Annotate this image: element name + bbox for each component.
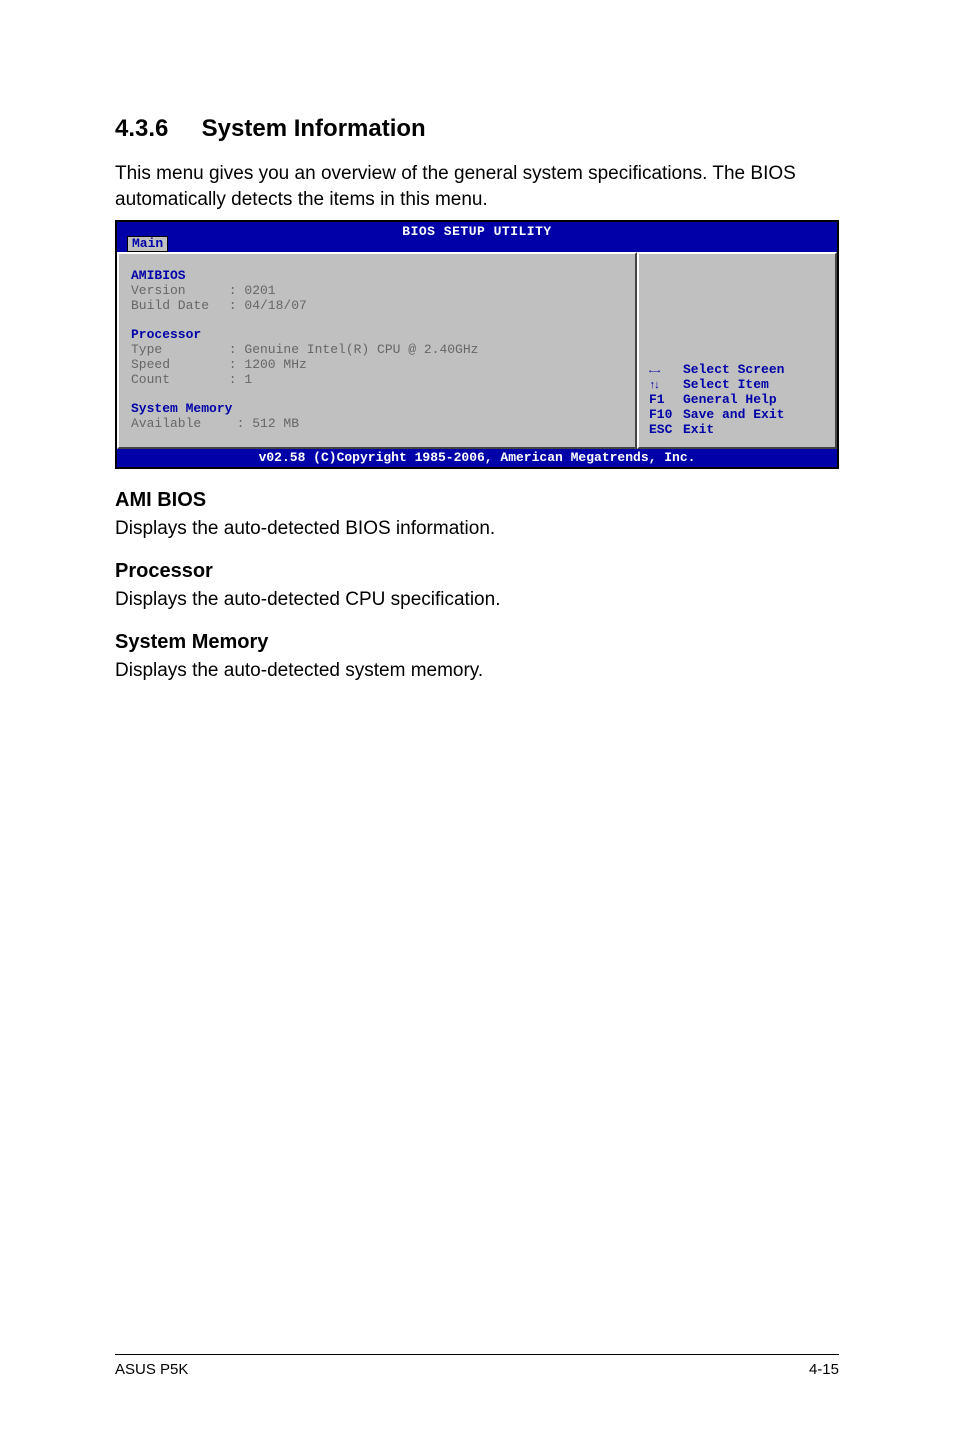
version-label: Version	[131, 283, 221, 298]
proc-count-label: Count	[131, 372, 221, 387]
footer-right: 4-15	[809, 1361, 839, 1378]
footer-left: ASUS P5K	[115, 1361, 188, 1378]
proc-speed-row: Speed : 1200 MHz	[131, 357, 623, 372]
page-footer: ASUS P5K 4-15	[115, 1354, 839, 1378]
bios-header: BIOS SETUP UTILITY Main	[117, 222, 837, 252]
processor-header: Processor	[131, 327, 623, 342]
legend-select-screen: Select Screen	[649, 362, 825, 377]
builddate-label: Build Date	[131, 298, 221, 313]
memory-avail-value: 512 MB	[252, 416, 299, 431]
sub-amibios: AMI BIOS Displays the auto-detected BIOS…	[115, 489, 839, 540]
legend-esc-key: ESC	[649, 422, 683, 437]
sub-memory-title: System Memory	[115, 631, 839, 654]
sub-amibios-text: Displays the auto-detected BIOS informat…	[115, 518, 839, 540]
legend-esc-text: Exit	[683, 422, 714, 437]
bios-screen: BIOS SETUP UTILITY Main AMIBIOS Version …	[115, 220, 839, 469]
bios-version-row: Version : 0201	[131, 283, 623, 298]
legend-select-item-text: Select Item	[683, 377, 769, 392]
proc-speed-value: 1200 MHz	[244, 357, 306, 372]
legend-esc: ESCExit	[649, 422, 825, 437]
section-heading: 4.3.6 System Information	[115, 115, 839, 143]
bios-footer: v02.58 (C)Copyright 1985-2006, American …	[117, 449, 837, 467]
intro-text: This menu gives you an overview of the g…	[115, 161, 839, 212]
bios-builddate-row: Build Date : 04/18/07	[131, 298, 623, 313]
proc-type-value: Genuine Intel(R) CPU @ 2.40GHz	[244, 342, 478, 357]
memory-avail-row: Available : 512 MB	[131, 416, 623, 431]
bios-legend-pane: Select Screen Select Item F1General Help…	[637, 252, 837, 449]
proc-type-row: Type : Genuine Intel(R) CPU @ 2.40GHz	[131, 342, 623, 357]
arrow-left-right-icon	[649, 362, 683, 377]
bios-title: BIOS SETUP UTILITY	[402, 224, 551, 239]
legend-select-screen-text: Select Screen	[683, 362, 784, 377]
arrow-up-down-icon	[649, 377, 683, 392]
bios-content-pane: AMIBIOS Version : 0201 Build Date : 04/1…	[117, 252, 637, 449]
proc-speed-label: Speed	[131, 357, 221, 372]
bios-tab-main[interactable]: Main	[127, 236, 168, 252]
legend-f10-key: F10	[649, 407, 683, 422]
legend-f1-key: F1	[649, 392, 683, 407]
sub-processor-title: Processor	[115, 560, 839, 583]
legend-f1-text: General Help	[683, 392, 777, 407]
version-value: 0201	[244, 283, 275, 298]
section-title-text: System Information	[202, 115, 426, 142]
memory-header: System Memory	[131, 401, 623, 416]
legend-f10: F10Save and Exit	[649, 407, 825, 422]
sub-processor: Processor Displays the auto-detected CPU…	[115, 560, 839, 611]
sub-memory-text: Displays the auto-detected system memory…	[115, 660, 839, 682]
sub-amibios-title: AMI BIOS	[115, 489, 839, 512]
memory-avail-label: Available	[131, 416, 221, 431]
legend-select-item: Select Item	[649, 377, 825, 392]
proc-count-value: 1	[244, 372, 252, 387]
proc-count-row: Count : 1	[131, 372, 623, 387]
amibios-header: AMIBIOS	[131, 268, 623, 283]
legend-f10-text: Save and Exit	[683, 407, 784, 422]
builddate-value: 04/18/07	[244, 298, 306, 313]
proc-type-label: Type	[131, 342, 221, 357]
sub-memory: System Memory Displays the auto-detected…	[115, 631, 839, 682]
sub-processor-text: Displays the auto-detected CPU specifica…	[115, 589, 839, 611]
section-number: 4.3.6	[115, 115, 195, 143]
legend-f1: F1General Help	[649, 392, 825, 407]
